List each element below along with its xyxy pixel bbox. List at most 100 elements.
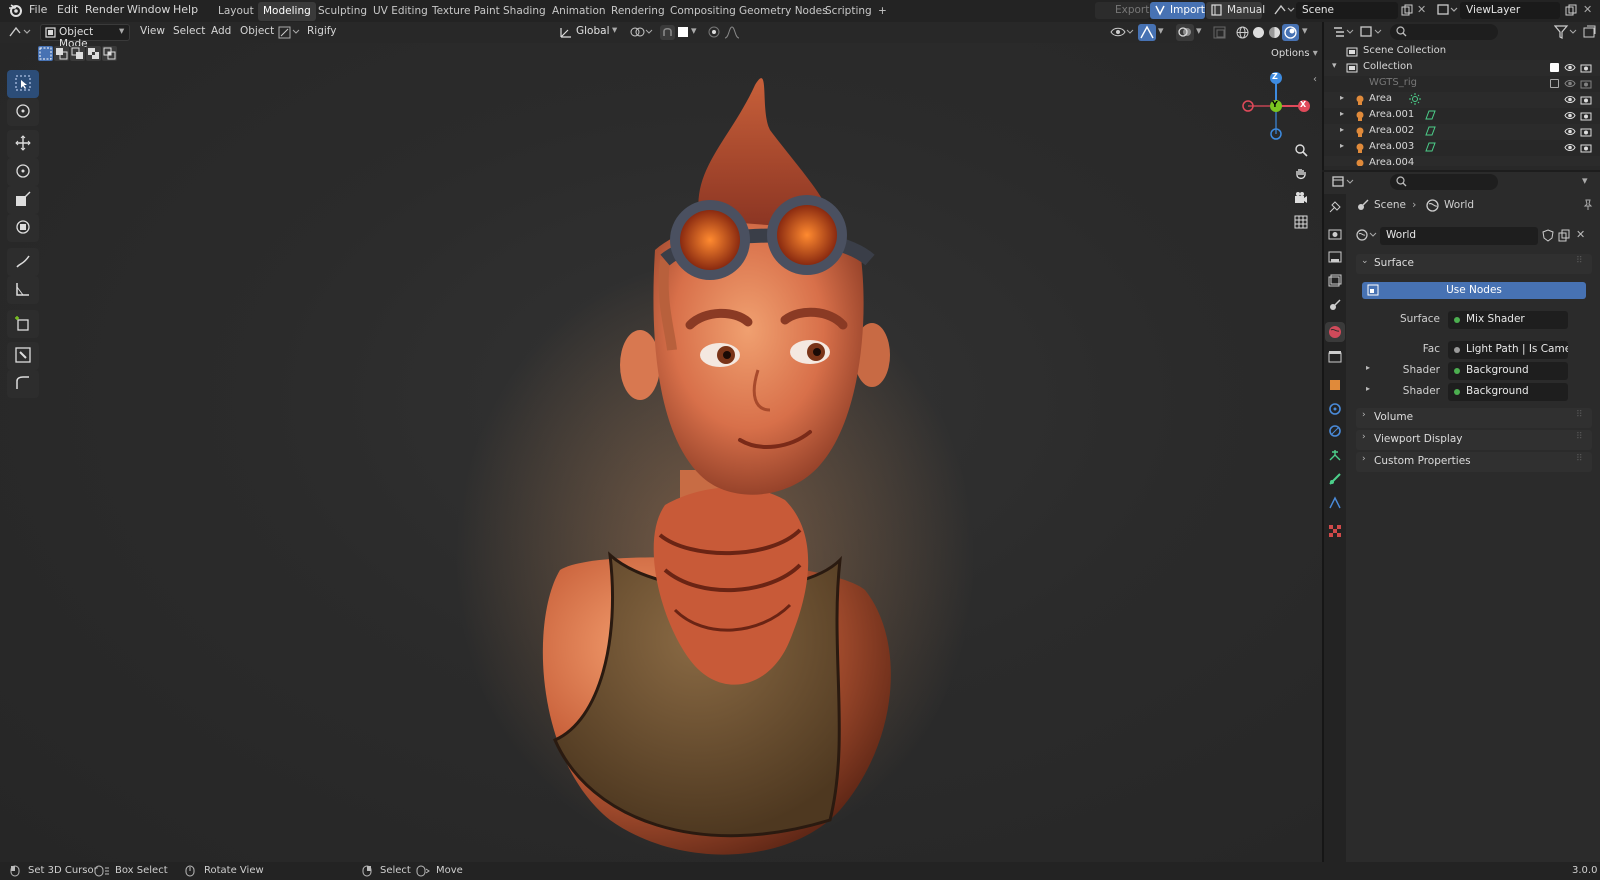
tab-uv-editing[interactable]: UV Editing [368, 2, 433, 21]
outliner-item[interactable]: ▸ Area [1324, 92, 1600, 108]
tab-sculpting[interactable]: Sculpting [313, 2, 372, 21]
menu-edit[interactable]: Edit [57, 3, 78, 16]
menu-help[interactable]: Help [173, 3, 198, 16]
camera-render-icon[interactable] [1580, 126, 1592, 140]
cursor-tool[interactable] [7, 98, 39, 126]
select-subtract-icon[interactable] [70, 46, 85, 61]
rigify-icon[interactable] [278, 26, 302, 42]
export-button[interactable]: Export [1095, 2, 1150, 19]
tab-animation[interactable]: Animation [547, 2, 611, 21]
particles-tab-icon[interactable] [1328, 424, 1342, 438]
shear-tool[interactable] [7, 370, 39, 398]
rotate-tool[interactable] [7, 158, 39, 186]
zoom-button[interactable] [1290, 140, 1312, 162]
scene-tab-icon[interactable] [1328, 298, 1342, 312]
perspective-toggle-button[interactable] [1290, 212, 1312, 234]
pivot-point-icon[interactable] [630, 26, 654, 42]
outliner-item[interactable]: ▸ Area.003 [1324, 140, 1600, 156]
select-difference-icon[interactable] [86, 46, 101, 61]
add-workspace-button[interactable]: + [873, 2, 892, 21]
menu-window[interactable]: Window [127, 3, 170, 16]
tab-scripting[interactable]: Scripting [820, 2, 877, 21]
shader2-field[interactable]: Background [1448, 383, 1568, 401]
delete-scene-icon[interactable]: ✕ [1417, 3, 1426, 16]
display-mode-icon[interactable] [1360, 25, 1384, 42]
solid-shading-icon[interactable] [1252, 26, 1265, 42]
fac-input-field[interactable]: Light Path | Is Camera ... [1448, 341, 1568, 359]
tab-modeling[interactable]: Modeling [258, 2, 316, 21]
show-gizmo-toggle[interactable] [1138, 24, 1156, 41]
tool-tab-icon[interactable] [1328, 200, 1342, 214]
camera-render-icon[interactable] [1580, 110, 1592, 124]
expand-arrow-icon[interactable]: ▸ [1340, 109, 1344, 118]
3d-viewport[interactable]: Z Y X ‹ [0, 22, 1322, 862]
filter-icon[interactable] [1553, 25, 1578, 42]
snap-target-icon[interactable] [678, 27, 688, 37]
camera-render-icon[interactable] [1580, 142, 1592, 156]
menu-file[interactable]: File [29, 3, 47, 16]
eye-icon[interactable] [1564, 62, 1576, 76]
tab-shading[interactable]: Shading [498, 2, 551, 21]
outliner-item[interactable]: ▸ Area.001 [1324, 108, 1600, 124]
viewport-display-panel-header[interactable]: › Viewport Display ⠿ [1356, 430, 1592, 450]
move-tool[interactable] [7, 130, 39, 158]
unlink-world-icon[interactable]: ✕ [1576, 228, 1585, 241]
properties-editor-type-icon[interactable] [1332, 175, 1356, 192]
menu-render[interactable]: Render [85, 3, 124, 16]
snap-toggle[interactable] [660, 25, 675, 40]
volume-panel-header[interactable]: › Volume ⠿ [1356, 408, 1592, 428]
transform-tool[interactable] [7, 214, 39, 242]
drag-handle-icon[interactable]: ⠿ [1576, 410, 1583, 420]
wireframe-shading-icon[interactable] [1236, 26, 1249, 42]
properties-search-input[interactable] [1390, 174, 1498, 190]
menu-view[interactable]: View [140, 25, 165, 37]
import-button[interactable]: Import [1150, 2, 1205, 19]
show-overlays-toggle[interactable] [1176, 24, 1194, 41]
expand-arrow-icon[interactable]: ▸ [1340, 125, 1344, 134]
data-tab-icon[interactable] [1328, 496, 1342, 510]
texture-tab-icon[interactable] [1328, 524, 1342, 538]
annotate-tool[interactable] [7, 248, 39, 276]
outliner-editor-type-icon[interactable] [1332, 25, 1356, 42]
object-tab-icon[interactable] [1328, 378, 1342, 392]
chevron-down-icon[interactable]: ▾ [1582, 174, 1588, 187]
select-new-icon[interactable] [38, 46, 53, 61]
view-layer-icon[interactable] [1437, 3, 1459, 20]
add-cube-tool[interactable] [7, 310, 39, 338]
mode-selector[interactable]: Object Mode ▾ [40, 24, 130, 50]
menu-select[interactable]: Select [173, 25, 205, 37]
eye-icon[interactable] [1564, 78, 1576, 92]
expand-arrow-icon[interactable]: ▸ [1340, 93, 1344, 102]
falloff-icon[interactable] [724, 26, 744, 42]
use-nodes-button[interactable]: Use Nodes [1362, 282, 1586, 299]
measure-tool[interactable] [7, 276, 39, 304]
scale-tool[interactable] [7, 186, 39, 214]
transform-orientation-selector[interactable]: Global ▾ [556, 24, 622, 41]
xray-toggle-icon[interactable] [1213, 26, 1226, 42]
eye-icon[interactable] [1564, 126, 1576, 140]
select-box-tool[interactable] [7, 70, 39, 98]
duplicate-world-icon[interactable] [1558, 229, 1570, 245]
output-tab-icon[interactable] [1328, 250, 1342, 264]
eye-icon[interactable] [1564, 110, 1576, 124]
rendered-shading-toggle[interactable] [1282, 24, 1299, 41]
pin-icon[interactable] [1582, 199, 1594, 214]
select-intersect-icon[interactable] [102, 46, 117, 61]
outliner-search-input[interactable] [1390, 24, 1498, 40]
fake-user-shield-icon[interactable] [1542, 229, 1554, 245]
expand-arrow-icon[interactable]: ▾ [1332, 61, 1337, 71]
tab-layout[interactable]: Layout [213, 2, 259, 21]
manual-button[interactable]: Manual [1206, 2, 1265, 19]
tab-compositing[interactable]: Compositing [665, 2, 741, 21]
menu-object[interactable]: Object [240, 25, 274, 37]
expand-arrow-icon[interactable]: ▸ [1340, 141, 1344, 150]
collection-tab-icon[interactable] [1328, 350, 1342, 364]
eye-icon[interactable] [1564, 94, 1576, 108]
proportional-edit-icon[interactable] [707, 26, 721, 42]
eye-icon[interactable] [1564, 142, 1576, 156]
drag-handle-icon[interactable]: ⠿ [1576, 256, 1583, 266]
editor-type-icon[interactable] [8, 25, 32, 42]
select-extend-icon[interactable] [54, 46, 69, 61]
physics-tab-icon[interactable] [1328, 448, 1342, 462]
outliner-item[interactable]: WGTS_rig [1324, 76, 1600, 92]
